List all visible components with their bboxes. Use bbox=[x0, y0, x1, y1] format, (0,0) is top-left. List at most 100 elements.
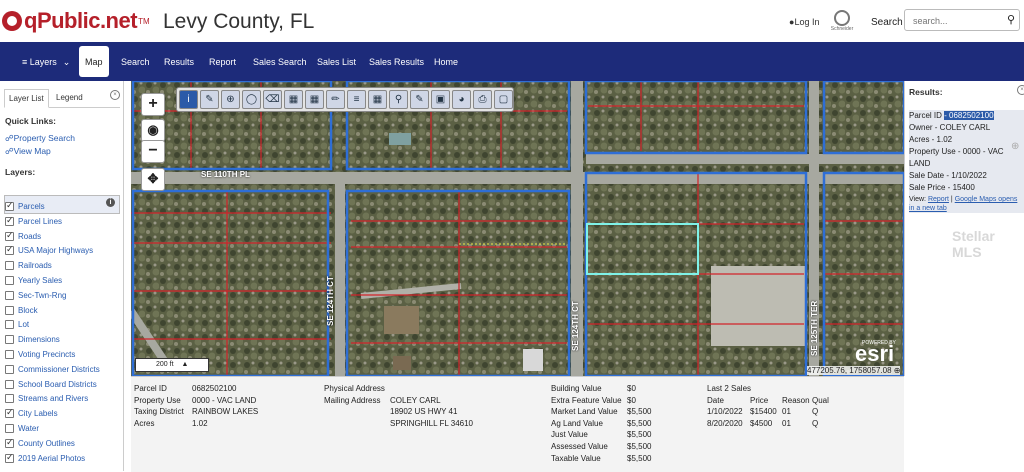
nav-results[interactable]: Results bbox=[164, 42, 194, 81]
table-icon[interactable]: ▦ bbox=[305, 90, 324, 109]
grid-icon[interactable]: ▦ bbox=[368, 90, 387, 109]
expand-icon[interactable]: ⊕ bbox=[894, 366, 901, 375]
identify-icon[interactable]: ✎ bbox=[200, 90, 219, 109]
layer-item[interactable]: County Outlines bbox=[5, 437, 75, 450]
zoom-in-button[interactable]: + bbox=[141, 93, 165, 116]
layer-item[interactable]: USA Major Highways bbox=[5, 244, 93, 257]
highlight-icon[interactable]: ✏ bbox=[326, 90, 345, 109]
draw-icon[interactable]: ✎ bbox=[410, 90, 429, 109]
close-icon[interactable]: × bbox=[1017, 85, 1024, 95]
layer-item[interactable]: Yearly Sales bbox=[5, 274, 62, 287]
detail-gap bbox=[904, 376, 1024, 471]
layer-checkbox[interactable] bbox=[5, 320, 14, 330]
tab-layer-list[interactable]: Layer List bbox=[4, 89, 49, 108]
buffer-icon[interactable]: ◕ bbox=[452, 90, 471, 109]
layer-checkbox[interactable] bbox=[5, 276, 14, 285]
login-link[interactable]: ●Log In bbox=[789, 17, 819, 27]
layer-checkbox[interactable] bbox=[5, 394, 14, 404]
layer-checkbox[interactable] bbox=[5, 452, 14, 463]
layer-label: USA Major Highways bbox=[18, 246, 94, 256]
layer-item[interactable]: School Board Districts bbox=[5, 378, 97, 391]
globe-button[interactable]: ◉ bbox=[141, 119, 165, 142]
layer-item[interactable]: Lot bbox=[5, 318, 29, 331]
nav-sales-results[interactable]: Sales Results bbox=[369, 42, 424, 81]
layer-label: City Labels bbox=[18, 409, 58, 419]
layer-checkbox[interactable] bbox=[5, 230, 14, 241]
tab-legend[interactable]: Legend bbox=[52, 89, 87, 106]
layer-item[interactable]: Roads bbox=[5, 230, 41, 243]
layer-item[interactable]: Railroads bbox=[5, 259, 52, 272]
find-icon[interactable]: ⚲ bbox=[389, 90, 408, 109]
layer-checkbox[interactable] bbox=[5, 215, 14, 226]
layer-item[interactable]: Block bbox=[5, 304, 38, 317]
map-view[interactable]: + ◉ − ✥ SE 110TH PL SE 124TH CT SE 124TH… bbox=[131, 81, 904, 376]
layer-checkbox[interactable] bbox=[5, 290, 14, 300]
select-icon[interactable]: ◯ bbox=[242, 90, 261, 109]
layer-item[interactable]: Dimensions bbox=[5, 333, 60, 346]
extent-icon[interactable]: ▣ bbox=[431, 90, 450, 109]
result-sale-price: Sale Price - 15400 bbox=[909, 183, 975, 192]
layer-item[interactable]: Parcel Lines bbox=[5, 215, 62, 228]
nav-sales-search[interactable]: Sales Search bbox=[253, 42, 307, 81]
zoom-in-tool-icon[interactable]: ⊕ bbox=[221, 90, 240, 109]
layer-checkbox[interactable] bbox=[5, 244, 14, 256]
save-icon[interactable]: ▢ bbox=[494, 90, 513, 109]
layer-checkbox[interactable] bbox=[5, 437, 14, 448]
result-property-use: Property Use - 0000 - VAC bbox=[909, 147, 1004, 156]
value-label: Taxable Value bbox=[551, 453, 601, 463]
search-icon[interactable]: ⚲ bbox=[1007, 13, 1015, 26]
layer-checkbox[interactable] bbox=[5, 350, 14, 359]
result-card[interactable]: Parcel ID - 0682502100 Owner - COLEY CAR… bbox=[909, 110, 1024, 213]
pan-button[interactable]: ✥ bbox=[141, 168, 165, 191]
layer-checkbox[interactable] bbox=[5, 261, 14, 271]
layer-label: Sec-Twn-Rng bbox=[18, 290, 67, 300]
layer-item[interactable]: Parcels bbox=[5, 200, 45, 213]
value-label: Assessed Value bbox=[551, 442, 608, 451]
layer-checkbox[interactable] bbox=[5, 200, 14, 211]
info-icon[interactable]: i bbox=[179, 90, 198, 109]
layer-checkbox[interactable] bbox=[5, 407, 14, 419]
nav-map[interactable]: Map bbox=[79, 46, 109, 77]
layer-label: Block bbox=[18, 305, 38, 315]
layer-item[interactable]: 2019 Aerial Photos bbox=[5, 452, 85, 465]
layer-checkbox[interactable] bbox=[5, 335, 14, 345]
eraser-icon[interactable]: ⌫ bbox=[263, 90, 282, 109]
google-maps-link-cont[interactable]: in a new tab bbox=[909, 203, 947, 214]
close-icon[interactable]: × bbox=[110, 90, 120, 100]
scroll-arrow-icon[interactable]: ⊕ bbox=[1011, 141, 1019, 152]
link-icon: ☍ bbox=[5, 146, 14, 156]
layer-item[interactable]: Voting Precincts bbox=[5, 348, 75, 361]
value-amount: $5,500 bbox=[627, 442, 652, 451]
nav-report[interactable]: Report bbox=[209, 42, 236, 81]
nav-sales-list[interactable]: Sales List bbox=[317, 42, 356, 81]
search-label: Search bbox=[871, 17, 903, 28]
quick-link-view-map[interactable]: ☍View Map bbox=[5, 146, 51, 157]
nav-home[interactable]: Home bbox=[434, 42, 458, 81]
layer-item[interactable]: Sec-Twn-Rng bbox=[5, 289, 66, 302]
report-link[interactable]: Report bbox=[928, 196, 949, 203]
layer-checkbox[interactable] bbox=[5, 424, 14, 433]
info-icon[interactable]: i bbox=[106, 198, 115, 207]
layer-checkbox[interactable] bbox=[5, 364, 14, 374]
sale-cell: 1/10/2022 bbox=[707, 407, 743, 416]
layer-sidebar: Layer List Legend × Quick Links: ☍Proper… bbox=[0, 81, 124, 471]
detail-label: Taxing District bbox=[134, 407, 184, 416]
google-maps-link[interactable]: Google Maps opens bbox=[955, 196, 1018, 203]
select-area-icon[interactable]: ▦ bbox=[284, 90, 303, 109]
nav-layers[interactable]: ≡ Layers ⌄ bbox=[22, 42, 70, 81]
qpublic-logo[interactable]: qPublic.net TM bbox=[2, 8, 150, 34]
nav-search[interactable]: Search bbox=[121, 42, 150, 81]
layer-item[interactable]: Water bbox=[5, 422, 39, 435]
search-input[interactable] bbox=[911, 11, 1005, 31]
layer-checkbox[interactable] bbox=[5, 305, 14, 315]
result-parcel-id[interactable]: Parcel ID - 0682502100 bbox=[909, 110, 994, 121]
schneider-ring-icon bbox=[834, 10, 850, 26]
layer-item[interactable]: City Labels bbox=[5, 407, 58, 420]
layers-icon[interactable]: ≡ bbox=[347, 90, 366, 109]
print-icon[interactable]: ⎙ bbox=[473, 90, 492, 109]
zoom-out-button[interactable]: − bbox=[141, 140, 165, 163]
quick-link-property-search[interactable]: ☍Property Search bbox=[5, 133, 75, 144]
layer-item[interactable]: Commissioner Districts bbox=[5, 363, 100, 376]
layer-checkbox[interactable] bbox=[5, 379, 14, 389]
layer-item[interactable]: Streams and Rivers bbox=[5, 392, 88, 405]
